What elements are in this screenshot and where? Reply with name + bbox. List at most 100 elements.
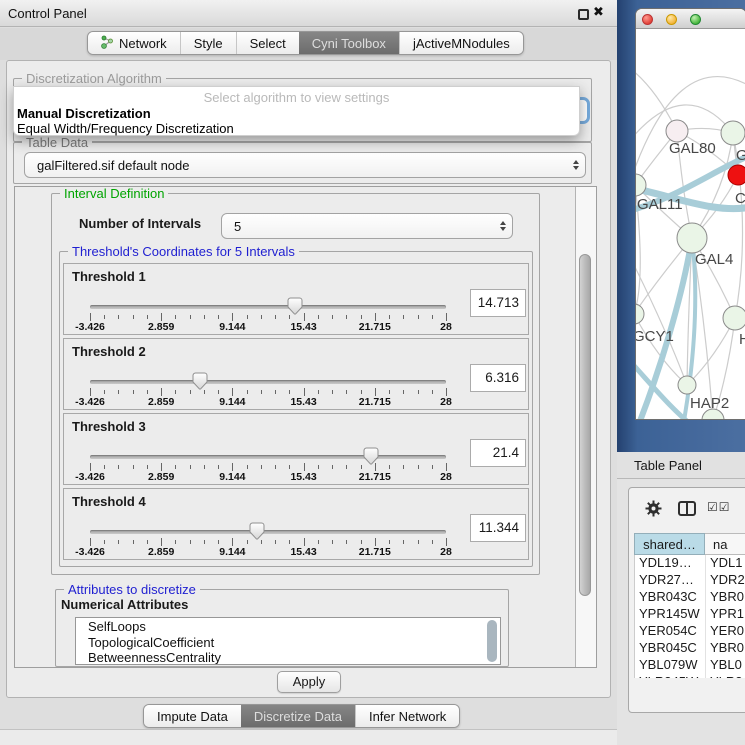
node-label: GA (736, 147, 745, 164)
minimize-traffic-light-icon[interactable] (666, 14, 677, 25)
attribute-list-item[interactable]: SelfLoops (76, 618, 500, 634)
close-traffic-light-icon[interactable] (642, 14, 653, 25)
table-row[interactable]: YLR345WYLR3 (635, 674, 745, 678)
network-node-hap2[interactable] (678, 376, 696, 394)
tab-impute-data[interactable]: Impute Data (144, 705, 241, 727)
cell-shared-name: YPR145W (635, 606, 706, 623)
network-node-ga[interactable] (721, 121, 745, 145)
table-toolbar: ☑☑ (629, 488, 745, 532)
number-of-intervals-combobox[interactable]: 5 (221, 213, 513, 239)
tab-label: jActiveMNodules (413, 36, 510, 51)
application-root: Control Panel ✖ Network Style Select Cyni T… (0, 0, 745, 745)
table-row[interactable]: YPR145WYPR1 (635, 606, 745, 623)
cell-shared-name: YDL19… (635, 555, 706, 572)
tab-label: Network (119, 36, 167, 51)
control-panel-tabs: Network Style Select Cyni Toolbox jActiveMNo… (87, 31, 524, 55)
network-node-h[interactable] (723, 306, 745, 330)
tab-label: Select (250, 36, 286, 51)
threshold-value-field[interactable]: 21.4 (470, 439, 526, 467)
threshold-value-field[interactable]: 6.316 (470, 364, 526, 392)
algorithm-dropdown-popup: Select algorithm to view settings Manual… (13, 86, 580, 136)
node-label: GAL4 (695, 251, 733, 268)
network-node-gal4[interactable] (677, 223, 707, 253)
list-scrollbar[interactable] (487, 620, 497, 662)
threshold-panel: Threshold 3-3.4262.8599.14415.4321.71528… (63, 413, 529, 485)
node-label: GAL80 (669, 140, 716, 157)
cell-shared-name: YBL079W (635, 657, 706, 674)
network-node-gcy1[interactable] (636, 304, 644, 324)
table-data-group: Table Data galFiltered.sif default node (13, 142, 592, 184)
cell-shared-name: YBR043C (635, 589, 706, 606)
scrollbar-thumb[interactable] (579, 254, 591, 596)
network-view-window: GAL80GACGAL11GAL4GCY1HHAP2 (635, 8, 745, 420)
slider-track[interactable] (90, 380, 446, 384)
tab-style[interactable]: Style (180, 32, 236, 54)
table-row[interactable]: YDL19…YDL1 (635, 555, 745, 572)
cell-name: YPR1 (706, 606, 744, 623)
tab-network[interactable]: Network (88, 32, 180, 54)
table-data-combobox[interactable]: galFiltered.sif default node (24, 152, 586, 178)
threshold-label: Threshold 2 (72, 344, 146, 359)
network-node-gal80[interactable] (666, 120, 688, 142)
slider-track[interactable] (90, 305, 446, 309)
close-icon[interactable]: ✖ (593, 4, 604, 20)
table-row[interactable]: YBL079WYBL0 (635, 657, 745, 674)
slider-tick-labels: -3.4262.8599.14415.4321.71528 (90, 396, 446, 409)
number-of-intervals-value: 5 (222, 219, 494, 234)
float-window-icon[interactable] (578, 9, 589, 20)
table-row[interactable]: YBR043CYBR0 (635, 589, 745, 606)
attribute-list-item[interactable]: TopologicalCoefficient (76, 634, 500, 650)
threshold-value-field[interactable]: 14.713 (470, 289, 526, 317)
node-label: GAL11 (637, 196, 683, 213)
cyni-bottom-tabs: Impute Data Discretize DataInfer Network (143, 704, 460, 728)
column-header-shared[interactable]: shared… (634, 533, 705, 555)
network-canvas[interactable]: GAL80GACGAL11GAL4GCY1HHAP2 (636, 29, 745, 419)
table-panel-title: Table Panel (634, 458, 702, 473)
threshold-value-field[interactable]: 11.344 (470, 514, 526, 542)
cell-name: YBR0 (706, 589, 744, 606)
tab-cyni-toolbox[interactable]: Cyni Toolbox (299, 32, 399, 54)
zoom-traffic-light-icon[interactable] (690, 14, 701, 25)
settings-vertical-scrollbar[interactable] (575, 187, 596, 667)
tab-discretize-data[interactable]: Discretize Data (241, 705, 355, 727)
control-panel-title: Control Panel (8, 6, 87, 21)
node-label: GCY1 (636, 328, 674, 345)
algorithm-option[interactable]: Equal Width/Frequency Discretization (17, 121, 234, 136)
cell-name: YLR3 (706, 674, 743, 678)
threshold-panel: Threshold 1-3.4262.8599.14415.4321.71528… (63, 263, 529, 335)
slider-tick-labels: -3.4262.8599.14415.4321.71528 (90, 321, 446, 334)
table-row[interactable]: YDR27…YDR2 (635, 572, 745, 589)
attribute-list-item[interactable]: BetweennessCentrality (76, 649, 500, 665)
tab-label: Impute Data (157, 709, 228, 724)
number-of-intervals-label: Number of Intervals (79, 216, 201, 231)
tab-infer-network[interactable]: Infer Network (355, 705, 459, 727)
numerical-attributes-label: Numerical Attributes (61, 597, 188, 612)
slider-track[interactable] (90, 530, 446, 534)
table-row[interactable]: YER054CYER0 (635, 623, 745, 640)
gear-icon[interactable] (645, 500, 662, 520)
network-node-c[interactable] (728, 165, 745, 185)
algorithm-placeholder: Select algorithm to view settings (14, 90, 579, 105)
apply-button[interactable]: Apply (277, 671, 341, 693)
threshold-label: Threshold 4 (72, 494, 146, 509)
interval-definition-label: Interval Definition (60, 186, 168, 201)
threshold-panel: Threshold 2 -3.4262.8599.14415.4321.71528… (63, 338, 529, 410)
network-window-titlebar[interactable] (636, 9, 745, 29)
threshold-label: Threshold 3 (72, 419, 146, 434)
network-icon (101, 35, 114, 52)
checkbox-icons[interactable]: ☑☑ (707, 500, 731, 514)
slider-track[interactable] (90, 455, 446, 459)
tab-select[interactable]: Select (236, 32, 299, 54)
show-columns-icon[interactable] (678, 501, 696, 519)
algorithm-option[interactable]: Manual Discretization (17, 106, 151, 121)
table-rows: YDL19…YDL1YDR27…YDR2YBR043CYBR0YPR145WYP… (634, 555, 745, 678)
combo-arrows-icon (494, 221, 512, 231)
table-row[interactable]: YBR045CYBR0 (635, 640, 745, 657)
node-label: H (739, 331, 745, 348)
numerical-attributes-list[interactable]: SelfLoopsTopologicalCoefficientBetweenne… (75, 617, 501, 665)
cell-shared-name: YLR345W (635, 674, 706, 678)
cell-shared-name: YBR045C (635, 640, 706, 657)
discretization-algorithm-label: Discretization Algorithm (22, 71, 166, 86)
tab-jactivemnodules[interactable]: jActiveMNodules (399, 32, 523, 54)
column-header-name[interactable]: na (705, 533, 745, 555)
